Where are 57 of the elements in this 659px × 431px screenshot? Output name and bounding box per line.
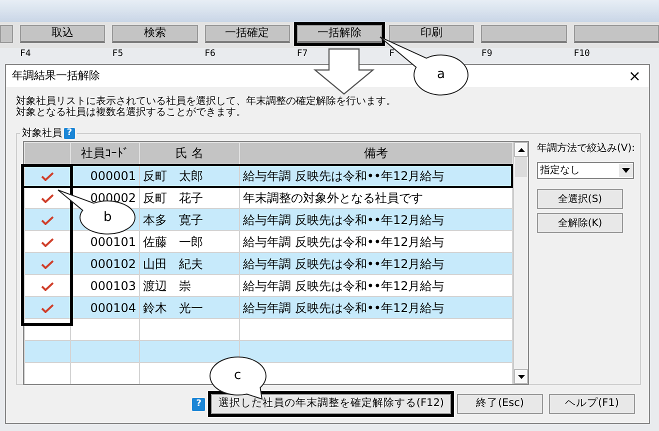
table-cell[interactable]: 給与年調 反映先は令和••年12月給与 — [240, 252, 512, 274]
description-text: 対象社員リストに表示されている社員を選択して、年末調整の確定解除を行います。 — [16, 96, 397, 107]
callout-letter: b — [104, 210, 112, 224]
checkmark-icon[interactable] — [41, 216, 54, 225]
function-key-button[interactable]: 検索 — [112, 25, 198, 43]
help-icon[interactable]: ? — [192, 398, 206, 410]
table-cell: 000104 — [70, 296, 140, 318]
key-label: F6 — [204, 49, 216, 59]
callout-letter: a — [437, 68, 445, 81]
window-title: 年調結果一括解除 — [12, 68, 100, 84]
filter-dropdown[interactable]: 指定なし — [537, 162, 634, 179]
table-cell: 鈴木 光一 — [140, 296, 240, 318]
column-header — [24, 142, 70, 164]
key-label: F9 — [481, 49, 492, 59]
select-button[interactable]: 全選択(S) — [537, 189, 623, 209]
key-label: F4 — [20, 49, 31, 59]
table-cell[interactable]: 給与年調 反映先は令和••年12月給与 — [240, 208, 512, 230]
checkmark-icon[interactable] — [41, 282, 54, 291]
dialog-button[interactable]: ヘルプ(F1) — [549, 394, 635, 414]
close-button[interactable]: × — [628, 68, 641, 84]
table-cell[interactable]: 給与年調 反映先は令和••年12月給与 — [240, 164, 512, 186]
column-header: 備考 — [240, 142, 512, 164]
scrollbar[interactable] — [513, 142, 528, 384]
function-key-button[interactable]: 取込 — [20, 25, 106, 43]
scroll-thumb[interactable] — [515, 157, 527, 177]
function-key-button[interactable]: 一括解除 — [296, 25, 382, 43]
filter-label: 年調方法で絞込み(V): — [537, 142, 636, 156]
function-key-button[interactable] — [481, 25, 567, 43]
group-label: 対象社員 — [22, 126, 62, 141]
scroll-up-icon[interactable] — [514, 142, 528, 157]
table-cell: 反町 太郎 — [140, 164, 240, 186]
key-label: F7 — [296, 49, 308, 59]
table-cell: 本多 寛子 — [140, 208, 240, 230]
function-key-button[interactable] — [574, 25, 659, 43]
description-text: 対象となる社員は複数名選択することができます。 — [16, 107, 247, 118]
checkmark-icon[interactable] — [41, 194, 54, 203]
callout-letter: c — [234, 369, 242, 382]
table-cell[interactable]: 給与年調 反映先は令和••年12月給与 — [240, 296, 512, 318]
function-key-button[interactable]: 一括確定 — [204, 25, 290, 43]
table-cell: 000102 — [70, 252, 140, 274]
column-header: 氏 名 — [140, 142, 240, 164]
key-label: F — [389, 49, 395, 59]
checkmark-icon[interactable] — [41, 260, 54, 269]
scroll-down-icon[interactable] — [514, 369, 528, 384]
checkmark-icon[interactable] — [41, 238, 54, 247]
column-header: 社員ｺｰﾄﾞ — [70, 142, 140, 164]
checkmark-icon[interactable] — [41, 172, 54, 181]
key-label: F5 — [112, 49, 124, 59]
table-cell: 000001 — [70, 164, 140, 186]
dialog-button[interactable]: 選択した社員の年末調整を確定解除する(F12) — [211, 394, 451, 414]
table-cell: 山田 紀夫 — [140, 252, 240, 274]
checkmark-icon[interactable] — [41, 304, 54, 313]
help-icon[interactable]: ? — [64, 128, 75, 139]
select-button[interactable]: 全解除(K) — [537, 213, 623, 233]
function-key-button[interactable]: 印刷 — [389, 25, 474, 43]
key-label: F10 — [574, 49, 590, 59]
dialog-button[interactable]: 終了(Esc) — [457, 394, 543, 414]
